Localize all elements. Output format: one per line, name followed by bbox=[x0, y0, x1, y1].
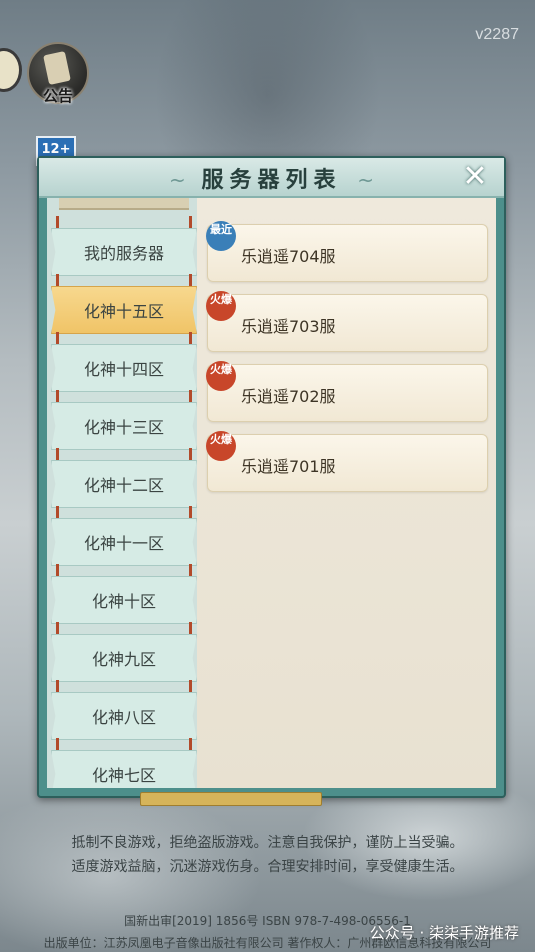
tab-label: 化神九区 bbox=[91, 650, 156, 669]
hanger-peg bbox=[189, 564, 192, 576]
zone-tab-10[interactable]: 化神十区 bbox=[51, 564, 197, 624]
notice-label: 公告 bbox=[42, 87, 73, 105]
hanger-peg bbox=[56, 448, 59, 460]
health-notice-line1: 抵制不良游戏，拒绝盗版游戏。注意自我保护，谨防上当受骗。 bbox=[71, 835, 464, 851]
hanger-peg bbox=[56, 390, 59, 402]
hanger-peg bbox=[189, 506, 192, 518]
server-list-panel: ~ 服务器列表 ~ ✕ 我的服务器 化神十五区 化神十四区 化神十三区 化神十二… bbox=[37, 156, 506, 798]
server-entry[interactable]: 火爆 乐逍遥702服 bbox=[206, 361, 488, 422]
tab-label: 我的服务器 bbox=[83, 244, 164, 263]
tab-label: 化神十四区 bbox=[83, 360, 164, 379]
hanger-peg bbox=[56, 274, 59, 286]
zone-tab-9[interactable]: 化神九区 bbox=[51, 622, 197, 682]
server-name: 乐逍遥701服 bbox=[241, 457, 336, 476]
server-name: 乐逍遥702服 bbox=[241, 387, 336, 406]
zone-tab-11[interactable]: 化神十一区 bbox=[51, 506, 197, 566]
hanger-peg bbox=[189, 332, 192, 344]
zone-tab-14[interactable]: 化神十四区 bbox=[51, 332, 197, 392]
version-label: v2287 bbox=[475, 26, 519, 43]
tab-label: 化神十二区 bbox=[83, 476, 164, 495]
hanger-peg bbox=[56, 216, 59, 228]
hanger-peg bbox=[56, 680, 59, 692]
panel-header: ~ 服务器列表 ~ ✕ bbox=[39, 158, 504, 198]
health-notice-line2: 适度游戏益脑，沉迷游戏伤身。合理安排时间，享受健康生活。 bbox=[71, 859, 464, 875]
tab-label: 化神八区 bbox=[91, 708, 156, 727]
tab-label: 化神十区 bbox=[91, 592, 156, 611]
zone-tab-7[interactable]: 化神七区 bbox=[51, 738, 197, 788]
panel-body: 我的服务器 化神十五区 化神十四区 化神十三区 化神十二区 化神十一区 化神十区… bbox=[47, 198, 496, 788]
hot-badge: 火爆 bbox=[206, 431, 236, 461]
server-name: 乐逍遥703服 bbox=[241, 317, 336, 336]
hanger-peg bbox=[189, 622, 192, 634]
hanger-peg bbox=[56, 564, 59, 576]
watermark: 公众号 · 柒柒手游推荐 bbox=[369, 924, 519, 942]
hot-badge: 火爆 bbox=[206, 361, 236, 391]
zone-tab-my-servers[interactable]: 我的服务器 bbox=[51, 216, 197, 276]
hanger-peg bbox=[56, 506, 59, 518]
panel-bottom-ornament bbox=[140, 792, 322, 806]
scroll-icon bbox=[43, 51, 71, 85]
panel-title: 服务器列表 bbox=[201, 167, 342, 193]
hanger-peg bbox=[189, 680, 192, 692]
hanger-peg bbox=[189, 738, 192, 750]
hanger-peg bbox=[189, 390, 192, 402]
server-entry[interactable]: 火爆 乐逍遥703服 bbox=[206, 291, 488, 352]
server-entry[interactable]: 最近 乐逍遥704服 bbox=[206, 221, 488, 282]
recent-badge: 最近 bbox=[206, 221, 236, 251]
avatar-icon[interactable] bbox=[0, 48, 22, 92]
hot-badge: 火爆 bbox=[206, 291, 236, 321]
zone-tab-13[interactable]: 化神十三区 bbox=[51, 390, 197, 450]
tab-label: 化神十三区 bbox=[83, 418, 164, 437]
hanger-peg bbox=[56, 332, 59, 344]
hanger-peg bbox=[189, 216, 192, 228]
zone-sidebar[interactable]: 我的服务器 化神十五区 化神十四区 化神十三区 化神十二区 化神十一区 化神十区… bbox=[47, 198, 197, 788]
close-icon: ✕ bbox=[462, 159, 488, 194]
zone-tab-8[interactable]: 化神八区 bbox=[51, 680, 197, 740]
hanger-peg bbox=[189, 274, 192, 286]
sidebar-header-bar bbox=[59, 198, 189, 210]
hanger-peg bbox=[56, 622, 59, 634]
close-button[interactable]: ✕ bbox=[460, 162, 490, 192]
server-entry[interactable]: 火爆 乐逍遥701服 bbox=[206, 431, 488, 492]
hanger-peg bbox=[56, 738, 59, 750]
tab-label: 化神十一区 bbox=[83, 534, 164, 553]
server-name: 乐逍遥704服 bbox=[241, 247, 336, 266]
hanger-peg bbox=[189, 448, 192, 460]
tab-label: 化神十五区 bbox=[83, 302, 164, 321]
notice-button[interactable]: 公告 bbox=[27, 42, 89, 105]
tab-label: 化神七区 bbox=[91, 766, 156, 785]
ornament-right-icon: ~ bbox=[357, 168, 374, 192]
zone-tab-15[interactable]: 化神十五区 bbox=[51, 274, 197, 334]
zone-tab-12[interactable]: 化神十二区 bbox=[51, 448, 197, 508]
